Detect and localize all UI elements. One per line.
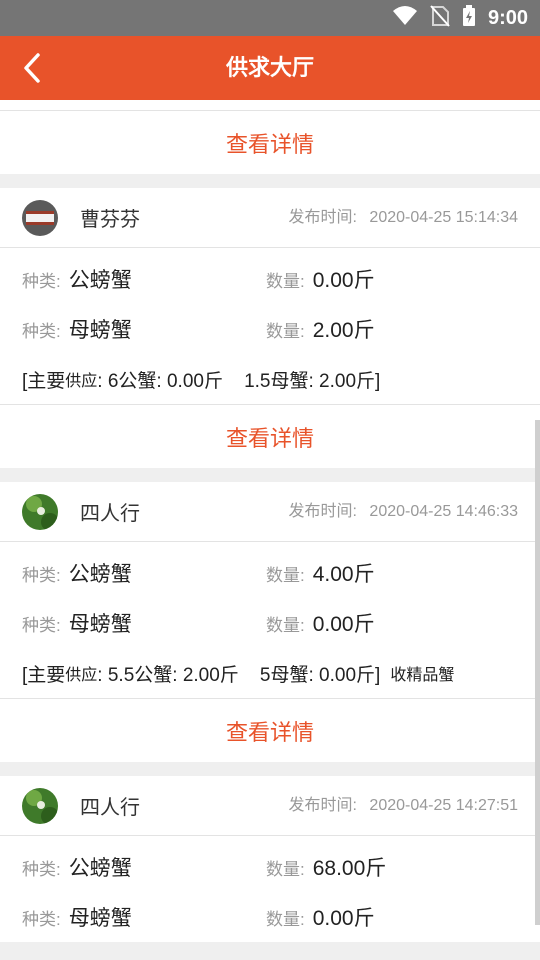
main-supply: [主要 供应: 5.5公蟹: 2.00斤 5母蟹: 0.00斤] 收精品蟹 xyxy=(0,648,540,698)
publish-time-label: 发布时间: xyxy=(288,503,357,520)
publish-info: 发布时间: 2020-04-25 15:14:34 xyxy=(289,188,518,248)
quantity-label: 数量: xyxy=(266,860,305,879)
supply-demand-list[interactable]: 查看详情 曹芬芬 发布时间: 2020-04-25 15:14:34 种类: 公螃… xyxy=(0,100,540,960)
status-bar: 9:00 xyxy=(0,0,540,36)
category-value: 母螃蟹 xyxy=(68,613,132,636)
card-header: 四人行 发布时间: 2020-04-25 14:46:33 xyxy=(0,482,540,542)
quantity-value: 0.00斤 xyxy=(312,613,375,636)
list-item: 曹芬芬 发布时间: 2020-04-25 15:14:34 种类: 公螃蟹 数量:… xyxy=(0,188,540,468)
category-value: 公螃蟹 xyxy=(68,269,132,292)
user-name: 曹芬芬 xyxy=(80,209,140,231)
page-title: 供求大厅 xyxy=(225,55,314,80)
publish-info: 发布时间: 2020-04-25 14:46:33 xyxy=(289,482,518,542)
list-item: 四人行 发布时间: 2020-04-25 14:27:51 种类: 公螃蟹 数量:… xyxy=(0,776,540,942)
user-name: 四人行 xyxy=(80,503,140,525)
status-time: 9:00 xyxy=(487,6,528,29)
view-details-row: 查看详情 xyxy=(0,110,540,174)
category-label: 种类: xyxy=(22,910,61,929)
card-body: 种类: 公螃蟹 数量: 4.00斤 种类: 母螃蟹 数量: 0.00斤 [主要 供应: 5… xyxy=(0,542,540,698)
card-body: 种类: 公螃蟹 数量: 68.00斤 种类: 母螃蟹 数量: 0.00斤 xyxy=(0,836,540,942)
quantity-value: 0.00斤 xyxy=(312,907,375,930)
publish-time: 2020-04-25 15:14:34 xyxy=(369,209,518,226)
view-details-row: 查看详情 xyxy=(0,404,540,468)
list-item: 四人行 发布时间: 2020-04-25 14:46:33 种类: 公螃蟹 数量:… xyxy=(0,482,540,762)
avatar[interactable] xyxy=(22,199,58,236)
no-sim-icon xyxy=(430,4,450,32)
view-details-link[interactable]: 查看详情 xyxy=(226,715,314,747)
view-details-row: 查看详情 xyxy=(0,698,540,762)
item-row: 种类: 公螃蟹 数量: 4.00斤 xyxy=(0,548,540,598)
publish-time-label: 发布时间: xyxy=(288,209,357,226)
quantity-value: 2.00斤 xyxy=(312,319,375,342)
item-row: 种类: 母螃蟹 数量: 0.00斤 xyxy=(0,598,540,648)
category-value: 公螃蟹 xyxy=(68,563,132,586)
view-details-link[interactable]: 查看详情 xyxy=(226,421,314,453)
user-name: 四人行 xyxy=(80,797,140,819)
supply-values: : 6公蟹: 0.00斤 1.5母蟹: 2.00斤] xyxy=(97,370,381,392)
quantity-label: 数量: xyxy=(266,566,305,585)
item-row: 种类: 母螃蟹 数量: 2.00斤 xyxy=(0,304,540,354)
publish-info: 发布时间: 2020-04-25 14:27:51 xyxy=(289,776,518,836)
card-body: 种类: 公螃蟹 数量: 0.00斤 种类: 母螃蟹 数量: 2.00斤 [主要 供应: 6… xyxy=(0,248,540,404)
item-row: 种类: 母螃蟹 数量: 0.00斤 xyxy=(0,892,540,942)
category-label: 种类: xyxy=(22,860,61,879)
scrollbar[interactable] xyxy=(535,420,540,925)
main-supply: [主要 供应: 6公蟹: 0.00斤 1.5母蟹: 2.00斤] xyxy=(0,354,540,404)
supply-label: 供应 xyxy=(65,667,98,684)
app-bar: 供求大厅 xyxy=(0,36,540,100)
wifi-icon xyxy=(392,5,418,32)
supply-prefix: [主要 xyxy=(22,664,66,686)
category-label: 种类: xyxy=(22,616,61,635)
supply-prefix: [主要 xyxy=(22,370,66,392)
category-value: 公螃蟹 xyxy=(68,857,132,880)
battery-charging-icon xyxy=(462,4,476,32)
supply-label: 供应 xyxy=(65,373,98,390)
card-header: 曹芬芬 发布时间: 2020-04-25 15:14:34 xyxy=(0,188,540,248)
quantity-label: 数量: xyxy=(266,322,305,341)
category-label: 种类: xyxy=(22,566,61,585)
status-icons: 9:00 xyxy=(392,0,528,36)
quantity-label: 数量: xyxy=(266,616,305,635)
view-details-link[interactable]: 查看详情 xyxy=(226,127,314,159)
quantity-value: 4.00斤 xyxy=(312,563,375,586)
category-label: 种类: xyxy=(22,272,61,291)
publish-time-label: 发布时间: xyxy=(288,797,357,814)
item-row: 种类: 公螃蟹 数量: 0.00斤 xyxy=(0,254,540,304)
avatar[interactable] xyxy=(22,787,58,824)
quantity-label: 数量: xyxy=(266,272,305,291)
quantity-value: 68.00斤 xyxy=(312,857,387,880)
avatar[interactable] xyxy=(22,493,58,530)
quantity-label: 数量: xyxy=(266,910,305,929)
card-header: 四人行 发布时间: 2020-04-25 14:27:51 xyxy=(0,776,540,836)
publish-time: 2020-04-25 14:46:33 xyxy=(369,503,518,520)
category-value: 母螃蟹 xyxy=(68,319,132,342)
publish-time: 2020-04-25 14:27:51 xyxy=(369,797,518,814)
supply-values: : 5.5公蟹: 2.00斤 5母蟹: 0.00斤] xyxy=(97,664,381,686)
category-label: 种类: xyxy=(22,322,61,341)
item-row: 种类: 公螃蟹 数量: 68.00斤 xyxy=(0,842,540,892)
supply-note: 收精品蟹 xyxy=(390,667,455,684)
quantity-value: 0.00斤 xyxy=(312,269,375,292)
category-value: 母螃蟹 xyxy=(68,907,132,930)
